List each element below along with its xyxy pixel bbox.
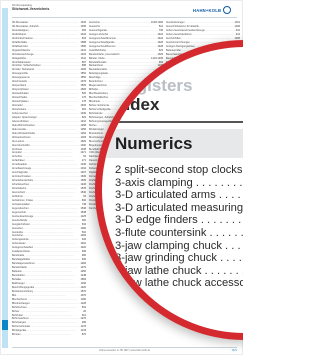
- index-entry-page: 870: [81, 333, 86, 337]
- magnified-entry-list: 2 split-second stop clocks 3-axis clampin…: [115, 164, 243, 290]
- magnified-entry: 3-jaw grinding chuck . . . . .: [115, 252, 243, 265]
- side-tab-strip: [2, 8, 8, 348]
- logo-circle-icon: [223, 6, 232, 14]
- index-entry-term: Bürsten: [12, 333, 21, 337]
- magnified-content: Registers Index Numerics 2 split-second …: [102, 76, 243, 290]
- index-entry-leader: [21, 333, 82, 337]
- magnified-entry: 2 split-second stop clocks: [115, 164, 243, 176]
- index-entry: Bürsten 870: [12, 333, 86, 337]
- magnified-entry: 3-D edge finders . . . . . . . .: [115, 214, 243, 227]
- magnified-entry: 3-D articulated measuring s: [115, 201, 243, 214]
- magnified-entry: 3-jaw lathe chuck accessor: [115, 277, 243, 290]
- magnified-heading-index: Index: [115, 95, 160, 114]
- magnified-section-bar: Numerics: [102, 129, 243, 158]
- magnified-entry: 3-axis clamping . . . . . . . . .: [115, 176, 243, 189]
- company-logo: HAHN+KOLB: [193, 5, 233, 15]
- footer-text: Online bestellen im HK.NET | www.hahn-ko…: [98, 349, 151, 352]
- page-footer: Online bestellen im HK.NET | www.hahn-ko…: [12, 347, 237, 354]
- magnified-entry: 3-jaw lathe chuck . . . . . . .: [115, 264, 243, 277]
- magnified-heading-registers: Registers: [115, 76, 193, 95]
- magnified-entry: 3-flute countersink . . . . . .: [115, 226, 243, 239]
- header-divider: [12, 17, 237, 18]
- side-tab-marker: [2, 320, 8, 330]
- logo-text: HAHN+KOLB: [193, 7, 222, 13]
- magnified-divider: [102, 121, 243, 123]
- magnified-entry: 3-D articulated arms . . . . . .: [115, 189, 243, 202]
- index-column-1: 3D-Messtaster10343D-Messtaster, Zubehör1…: [12, 21, 86, 341]
- footer-page-number: 1671: [231, 349, 237, 352]
- catalog-page: Werkzeugkatalog Stichwort-Verzeichnis HA…: [0, 0, 243, 355]
- magnified-entry: 3-jaw clamping chuck . . . . .: [115, 239, 243, 252]
